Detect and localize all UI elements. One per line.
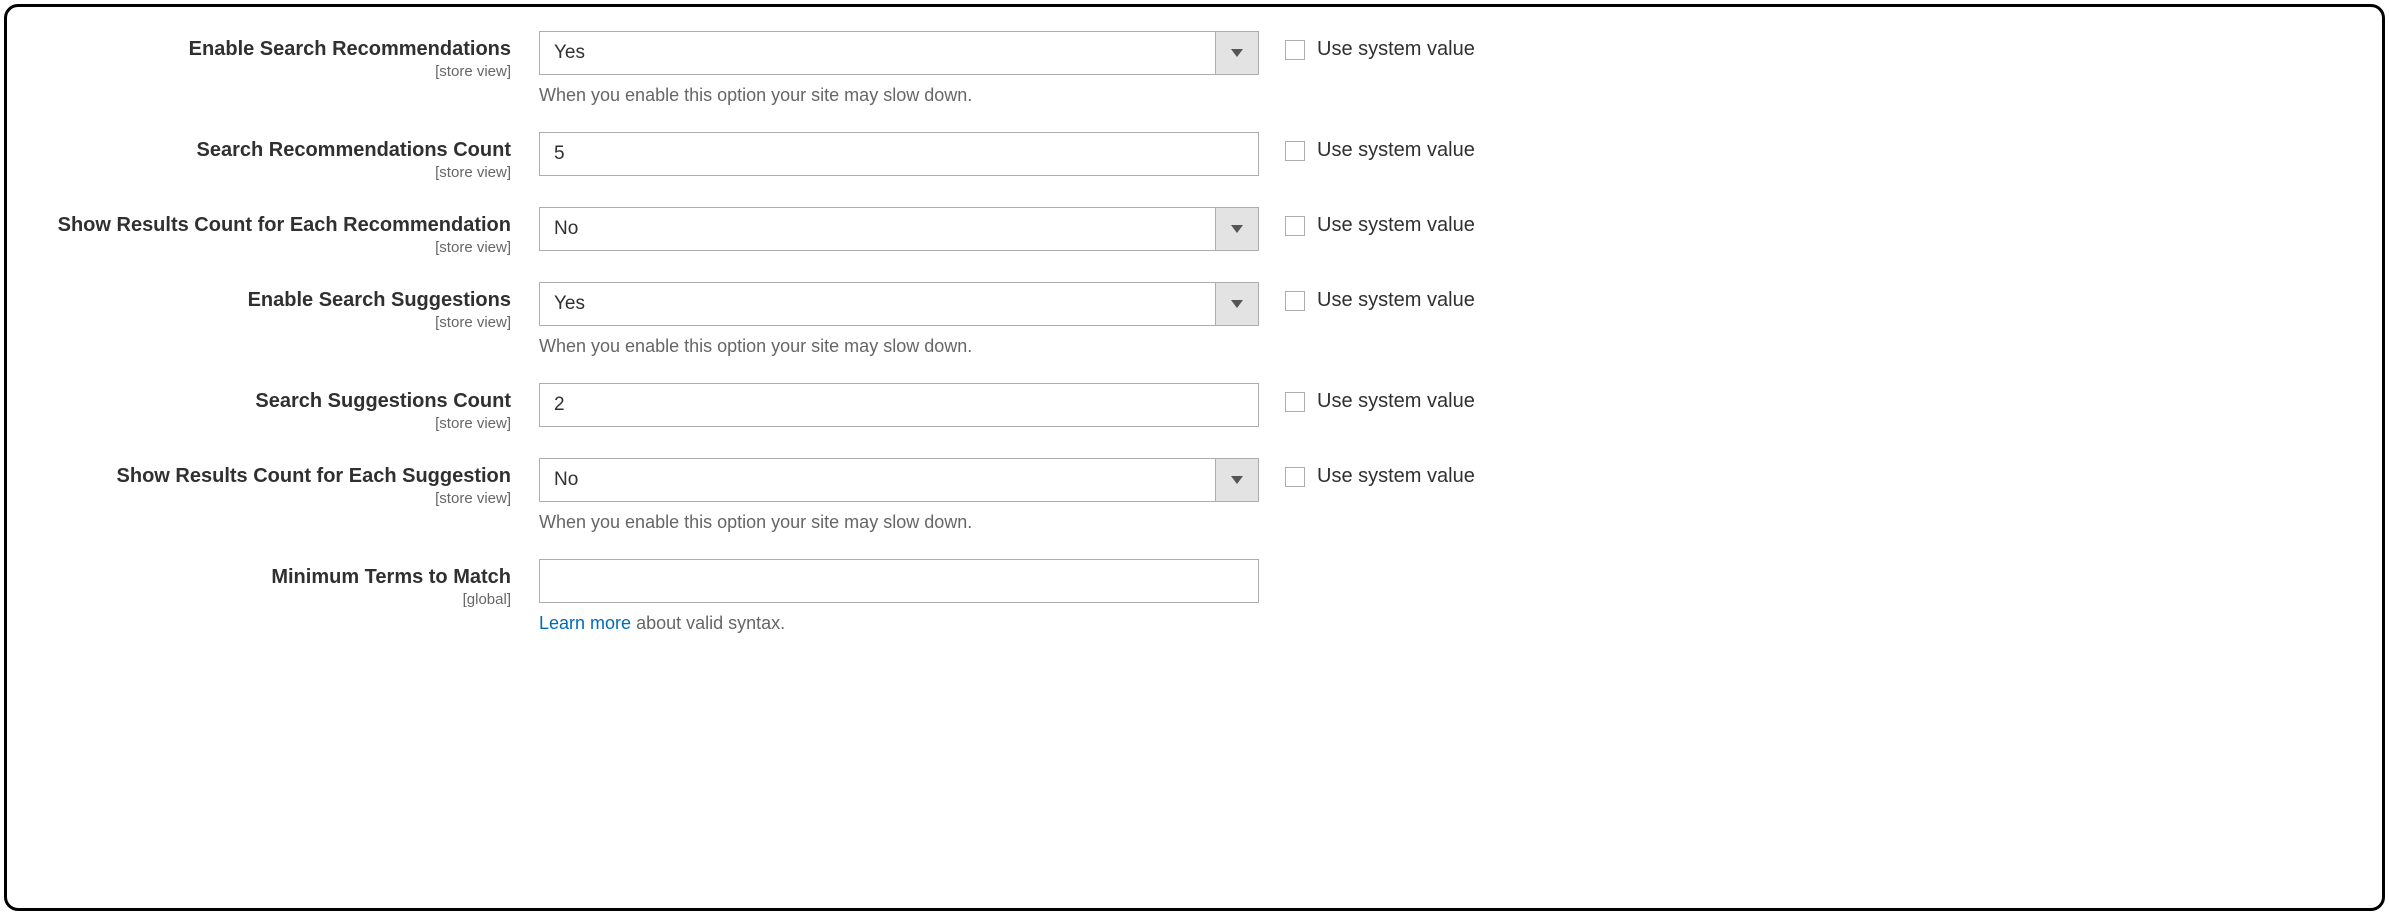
- hint-text: When you enable this option your site ma…: [539, 336, 1259, 357]
- post-col: Use system value: [1259, 31, 1475, 61]
- field-label: Search Suggestions Count: [39, 389, 511, 413]
- field-scope: [global]: [39, 591, 511, 608]
- post-col: Use system value: [1259, 132, 1475, 162]
- control-col: [539, 132, 1259, 176]
- use-system-value-label: Use system value: [1317, 38, 1475, 61]
- config-form-panel: Enable Search Recommendations [store vie…: [4, 4, 2385, 911]
- hint-tail: about valid syntax.: [631, 613, 785, 633]
- learn-more-link[interactable]: Learn more: [539, 613, 631, 633]
- control-col: Learn more about valid syntax.: [539, 559, 1259, 634]
- use-system-value-label: Use system value: [1317, 214, 1475, 237]
- label-col: Show Results Count for Each Suggestion […: [39, 458, 539, 507]
- use-system-value-checkbox[interactable]: [1285, 141, 1305, 161]
- post-col: Use system value: [1259, 207, 1475, 237]
- field-label: Show Results Count for Each Suggestion: [39, 464, 511, 488]
- hint-text: Learn more about valid syntax.: [539, 613, 1259, 634]
- label-col: Enable Search Recommendations [store vie…: [39, 31, 539, 80]
- field-scope: [store view]: [39, 314, 511, 331]
- row-show-rec-results-count: Show Results Count for Each Recommendati…: [39, 207, 2350, 256]
- use-system-value-checkbox[interactable]: [1285, 291, 1305, 311]
- use-system-value-label: Use system value: [1317, 390, 1475, 413]
- control-col: [539, 383, 1259, 427]
- field-scope: [store view]: [39, 490, 511, 507]
- label-col: Enable Search Suggestions [store view]: [39, 282, 539, 331]
- select-enable-recommendations-input[interactable]: [539, 31, 1259, 75]
- row-enable-recommendations: Enable Search Recommendations [store vie…: [39, 31, 2350, 106]
- use-system-value-checkbox[interactable]: [1285, 467, 1305, 487]
- row-show-sug-results-count: Show Results Count for Each Suggestion […: [39, 458, 2350, 533]
- label-col: Search Recommendations Count [store view…: [39, 132, 539, 181]
- field-scope: [store view]: [39, 239, 511, 256]
- use-system-value-checkbox[interactable]: [1285, 216, 1305, 236]
- field-scope: [store view]: [39, 415, 511, 432]
- post-col: Use system value: [1259, 383, 1475, 413]
- use-system-value-label: Use system value: [1317, 289, 1475, 312]
- use-system-value-checkbox[interactable]: [1285, 40, 1305, 60]
- post-col: Use system value: [1259, 282, 1475, 312]
- field-label: Search Recommendations Count: [39, 138, 511, 162]
- select-enable-suggestions[interactable]: [539, 282, 1259, 326]
- use-system-value-label: Use system value: [1317, 465, 1475, 488]
- post-col: Use system value: [1259, 458, 1475, 488]
- hint-text: When you enable this option your site ma…: [539, 85, 1259, 106]
- input-suggestions-count[interactable]: [539, 383, 1259, 427]
- select-show-sug-results-count-input[interactable]: [539, 458, 1259, 502]
- use-system-value-label: Use system value: [1317, 139, 1475, 162]
- select-show-rec-results-count[interactable]: [539, 207, 1259, 251]
- select-enable-suggestions-input[interactable]: [539, 282, 1259, 326]
- select-enable-recommendations[interactable]: [539, 31, 1259, 75]
- input-min-terms[interactable]: [539, 559, 1259, 603]
- row-recommendations-count: Search Recommendations Count [store view…: [39, 132, 2350, 181]
- control-col: When you enable this option your site ma…: [539, 31, 1259, 106]
- row-min-terms: Minimum Terms to Match [global] Learn mo…: [39, 559, 2350, 634]
- select-show-sug-results-count[interactable]: [539, 458, 1259, 502]
- select-show-rec-results-count-input[interactable]: [539, 207, 1259, 251]
- field-scope: [store view]: [39, 63, 511, 80]
- post-col: [1259, 559, 1285, 566]
- row-enable-suggestions: Enable Search Suggestions [store view] W…: [39, 282, 2350, 357]
- field-label: Enable Search Recommendations: [39, 37, 511, 61]
- input-recommendations-count[interactable]: [539, 132, 1259, 176]
- hint-text: When you enable this option your site ma…: [539, 512, 1259, 533]
- field-label: Show Results Count for Each Recommendati…: [39, 213, 511, 237]
- field-label: Minimum Terms to Match: [39, 565, 511, 589]
- label-col: Search Suggestions Count [store view]: [39, 383, 539, 432]
- control-col: When you enable this option your site ma…: [539, 282, 1259, 357]
- label-col: Show Results Count for Each Recommendati…: [39, 207, 539, 256]
- control-col: [539, 207, 1259, 251]
- use-system-value-checkbox[interactable]: [1285, 392, 1305, 412]
- row-suggestions-count: Search Suggestions Count [store view] Us…: [39, 383, 2350, 432]
- field-scope: [store view]: [39, 164, 511, 181]
- field-label: Enable Search Suggestions: [39, 288, 511, 312]
- control-col: When you enable this option your site ma…: [539, 458, 1259, 533]
- label-col: Minimum Terms to Match [global]: [39, 559, 539, 608]
